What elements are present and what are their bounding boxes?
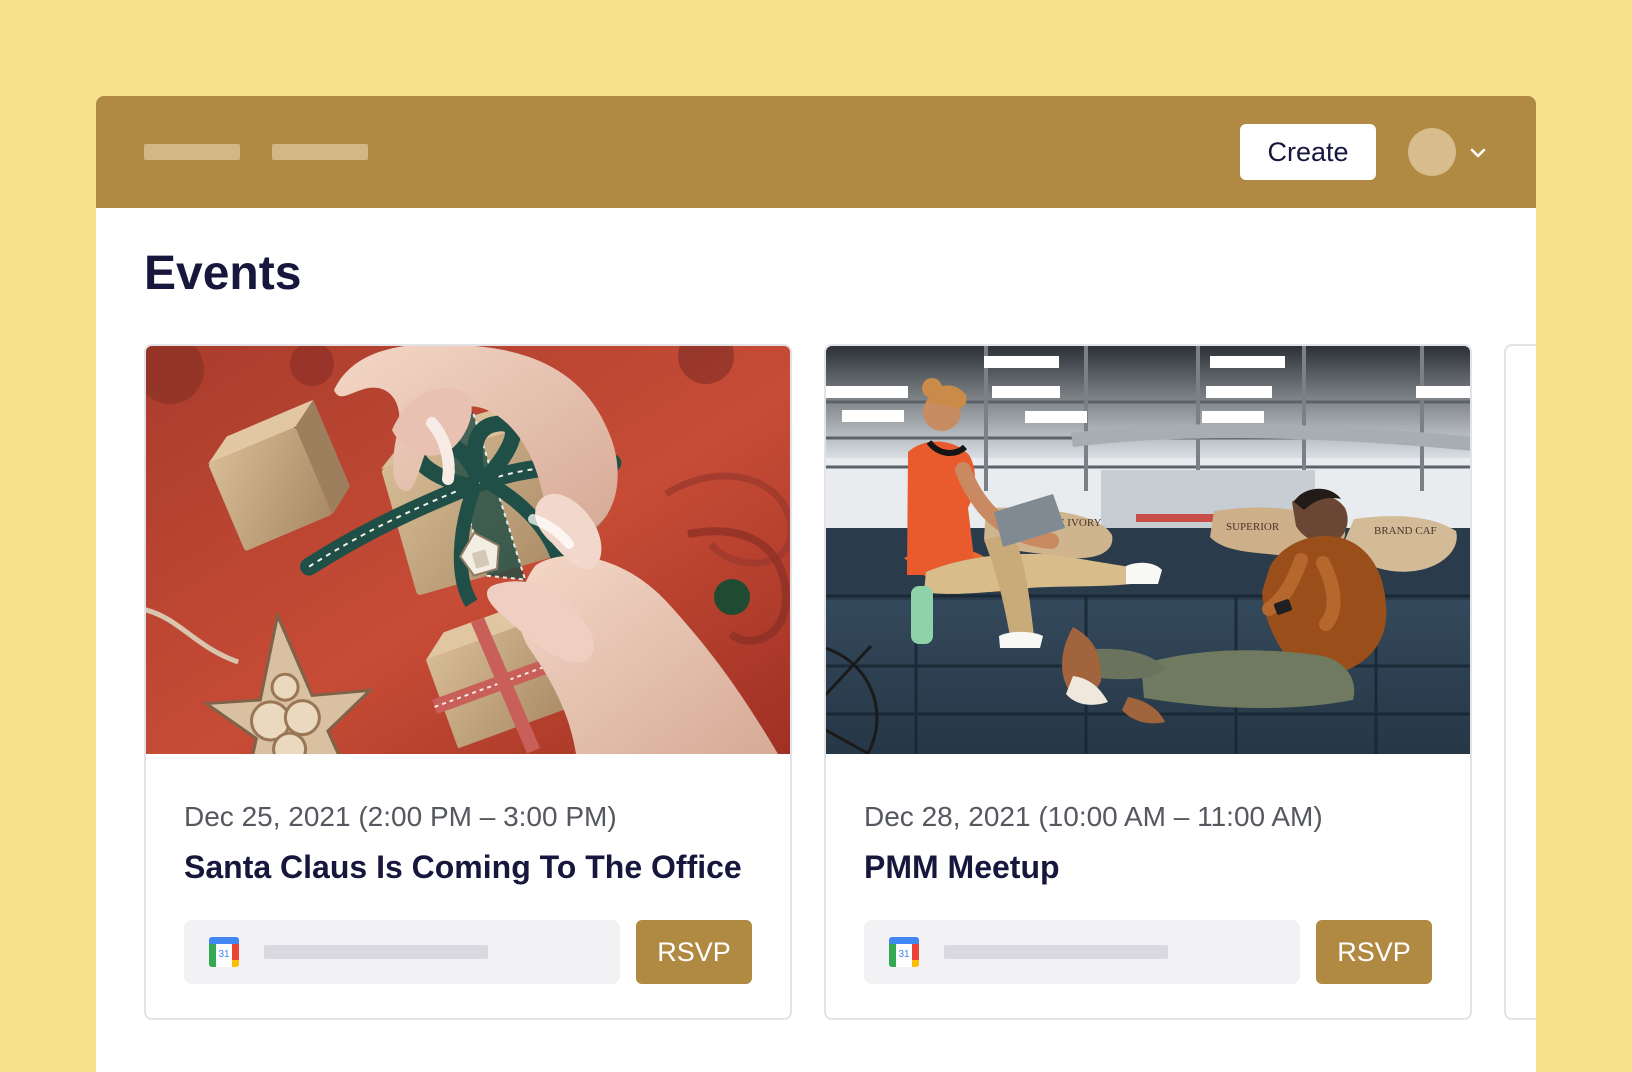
calendar-day-number: 31	[898, 949, 910, 960]
calendar-day-number: 31	[218, 949, 230, 960]
add-to-calendar-field[interactable]: 31	[184, 920, 620, 984]
calendar-link-placeholder	[944, 945, 1168, 959]
next-event-card-peek[interactable]	[1504, 344, 1536, 1020]
nav-placeholder-two[interactable]	[272, 144, 368, 160]
event-date: Dec 28, 2021 (10:00 AM – 11:00 AM)	[864, 801, 1323, 832]
svg-text:SUPERIOR: SUPERIOR	[1226, 521, 1280, 533]
google-calendar-icon: 31	[889, 937, 919, 967]
page-title: Events	[144, 247, 302, 300]
app-window: Create Events Dec 25, 2021 (2:00 PM – 3:…	[96, 96, 1536, 1072]
event-date: Dec 25, 2021 (2:00 PM – 3:00 PM)	[184, 801, 617, 832]
rsvp-button[interactable]: RSVP	[636, 920, 752, 984]
avatar[interactable]	[1408, 128, 1456, 176]
event-title[interactable]: PMM Meetup	[864, 848, 1454, 886]
add-to-calendar-field[interactable]: 31	[864, 920, 1300, 984]
nav-placeholder-one[interactable]	[144, 144, 240, 160]
event-image-office-meetup: NOBLAGE IVORY SUPERIOR BRAND CAF	[826, 346, 1470, 754]
event-image-gift-wrapping	[146, 346, 790, 754]
event-card[interactable]: NOBLAGE IVORY SUPERIOR BRAND CAF	[824, 344, 1472, 1020]
calendar-link-placeholder	[264, 945, 488, 959]
create-button[interactable]: Create	[1240, 124, 1376, 180]
chevron-down-icon[interactable]	[1466, 141, 1490, 165]
google-calendar-icon: 31	[209, 937, 239, 967]
rsvp-button[interactable]: RSVP	[1316, 920, 1432, 984]
svg-text:BRAND CAF: BRAND CAF	[1374, 525, 1437, 537]
event-title[interactable]: Santa Claus Is Coming To The Office	[184, 848, 774, 886]
event-card[interactable]: Dec 25, 2021 (2:00 PM – 3:00 PM) Santa C…	[144, 344, 792, 1020]
top-navigation-bar: Create	[96, 96, 1536, 208]
